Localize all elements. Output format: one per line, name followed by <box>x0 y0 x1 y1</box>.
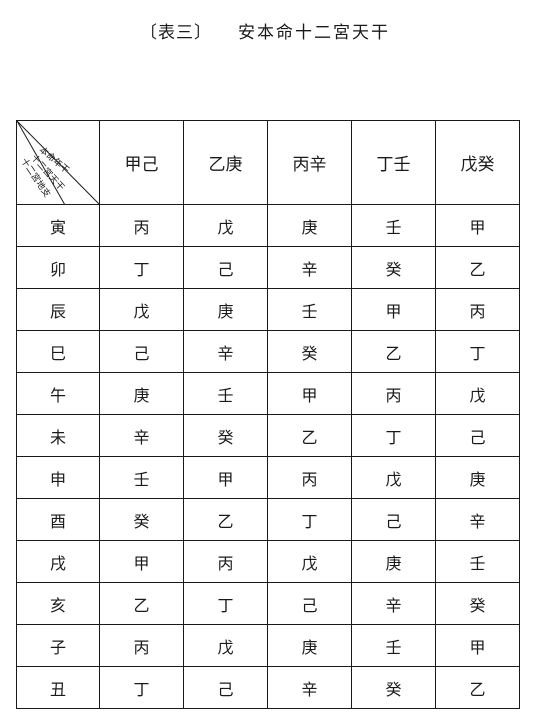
stem-cell: 甲 <box>351 288 436 331</box>
stem-cell: 癸 <box>435 582 520 625</box>
stem-cell: 癸 <box>267 330 352 373</box>
header-row: 本命年干 十二宮天干 十二宮地支 甲己 乙庚 丙辛 丁壬 戊癸 <box>16 120 520 205</box>
table-number: 〔表三〕 <box>140 23 212 43</box>
stem-cell: 己 <box>183 246 268 289</box>
column-header: 甲己 <box>99 120 184 205</box>
stem-cell: 癸 <box>99 498 184 541</box>
stem-cell: 壬 <box>351 204 436 247</box>
stem-cell: 丁 <box>183 582 268 625</box>
stem-cell: 己 <box>267 582 352 625</box>
branch-cell: 未 <box>16 414 100 457</box>
stem-cell: 戊 <box>183 204 268 247</box>
stem-cell: 乙 <box>99 582 184 625</box>
table-row: 戌甲丙戊庚壬 <box>16 540 520 583</box>
stem-cell: 戊 <box>435 372 520 415</box>
stem-cell: 壬 <box>351 624 436 667</box>
stem-cell: 丙 <box>267 456 352 499</box>
stem-cell: 壬 <box>267 288 352 331</box>
stem-cell: 乙 <box>351 330 436 373</box>
stem-cell: 丁 <box>435 330 520 373</box>
stem-cell: 癸 <box>351 666 436 709</box>
branch-cell: 丑 <box>16 666 100 709</box>
stem-cell: 己 <box>351 498 436 541</box>
table-row: 午庚壬甲丙戊 <box>16 372 520 415</box>
table-row: 辰戊庚壬甲丙 <box>16 288 520 331</box>
stem-cell: 癸 <box>351 246 436 289</box>
stem-cell: 甲 <box>435 624 520 667</box>
stem-cell: 丁 <box>99 246 184 289</box>
stem-cell: 己 <box>435 414 520 457</box>
stem-cell: 庚 <box>183 288 268 331</box>
table-row: 亥乙丁己辛癸 <box>16 582 520 625</box>
table-body: 寅丙戊庚壬甲卯丁己辛癸乙辰戊庚壬甲丙巳己辛癸乙丁午庚壬甲丙戊未辛癸乙丁己申壬甲丙… <box>16 204 520 709</box>
table-row: 寅丙戊庚壬甲 <box>16 204 520 247</box>
stem-cell: 戊 <box>267 540 352 583</box>
branch-cell: 申 <box>16 456 100 499</box>
corner-cell: 本命年干 十二宮天干 十二宮地支 <box>16 120 100 205</box>
branch-cell: 卯 <box>16 246 100 289</box>
stem-cell: 甲 <box>183 456 268 499</box>
stem-cell: 乙 <box>267 414 352 457</box>
stem-cell: 辛 <box>183 330 268 373</box>
table-row: 酉癸乙丁己辛 <box>16 498 520 541</box>
stem-cell: 癸 <box>183 414 268 457</box>
table-row: 未辛癸乙丁己 <box>16 414 520 457</box>
stem-cell: 丙 <box>99 624 184 667</box>
stem-cell: 丁 <box>267 498 352 541</box>
stem-cell: 庚 <box>99 372 184 415</box>
stem-cell: 乙 <box>435 666 520 709</box>
column-header: 丙辛 <box>267 120 352 205</box>
stem-cell: 壬 <box>183 372 268 415</box>
branch-cell: 寅 <box>16 204 100 247</box>
stem-cell: 己 <box>99 330 184 373</box>
table-row: 申壬甲丙戊庚 <box>16 456 520 499</box>
table-row: 子丙戊庚壬甲 <box>16 624 520 667</box>
stem-cell: 戊 <box>99 288 184 331</box>
stem-cell: 庚 <box>435 456 520 499</box>
stem-cell: 乙 <box>183 498 268 541</box>
branch-cell: 酉 <box>16 498 100 541</box>
stem-cell: 丁 <box>99 666 184 709</box>
stem-cell: 辛 <box>99 414 184 457</box>
branch-cell: 巳 <box>16 330 100 373</box>
stem-cell: 辛 <box>351 582 436 625</box>
column-header: 丁壬 <box>351 120 436 205</box>
stem-cell: 庚 <box>267 624 352 667</box>
stem-cell: 丙 <box>183 540 268 583</box>
table-title: 安本命十二宮天干 <box>238 23 390 43</box>
branch-cell: 辰 <box>16 288 100 331</box>
branch-cell: 子 <box>16 624 100 667</box>
stem-cell: 丙 <box>351 372 436 415</box>
stem-cell: 辛 <box>267 666 352 709</box>
stem-cell: 戊 <box>183 624 268 667</box>
stem-cell: 壬 <box>435 540 520 583</box>
branch-cell: 亥 <box>16 582 100 625</box>
column-header: 乙庚 <box>183 120 268 205</box>
stem-cell: 庚 <box>351 540 436 583</box>
branch-cell: 戌 <box>16 540 100 583</box>
stem-cell: 辛 <box>267 246 352 289</box>
stem-cell: 戊 <box>351 456 436 499</box>
stem-cell: 丁 <box>351 414 436 457</box>
stem-cell: 甲 <box>267 372 352 415</box>
stem-cell: 壬 <box>99 456 184 499</box>
stems-table: 本命年干 十二宮天干 十二宮地支 甲己 乙庚 丙辛 丁壬 戊癸 寅丙戊庚壬甲卯丁… <box>16 120 520 709</box>
stem-cell: 甲 <box>99 540 184 583</box>
stem-cell: 庚 <box>267 204 352 247</box>
stem-cell: 己 <box>183 666 268 709</box>
branch-cell: 午 <box>16 372 100 415</box>
stem-cell: 甲 <box>435 204 520 247</box>
page-title: 〔表三〕 安本命十二宮天干 <box>0 18 541 46</box>
stem-cell: 辛 <box>435 498 520 541</box>
table-row: 卯丁己辛癸乙 <box>16 246 520 289</box>
table-row: 丑丁己辛癸乙 <box>16 666 520 709</box>
table-row: 巳己辛癸乙丁 <box>16 330 520 373</box>
column-header: 戊癸 <box>435 120 520 205</box>
stem-cell: 乙 <box>435 246 520 289</box>
stem-cell: 丙 <box>435 288 520 331</box>
stem-cell: 丙 <box>99 204 184 247</box>
